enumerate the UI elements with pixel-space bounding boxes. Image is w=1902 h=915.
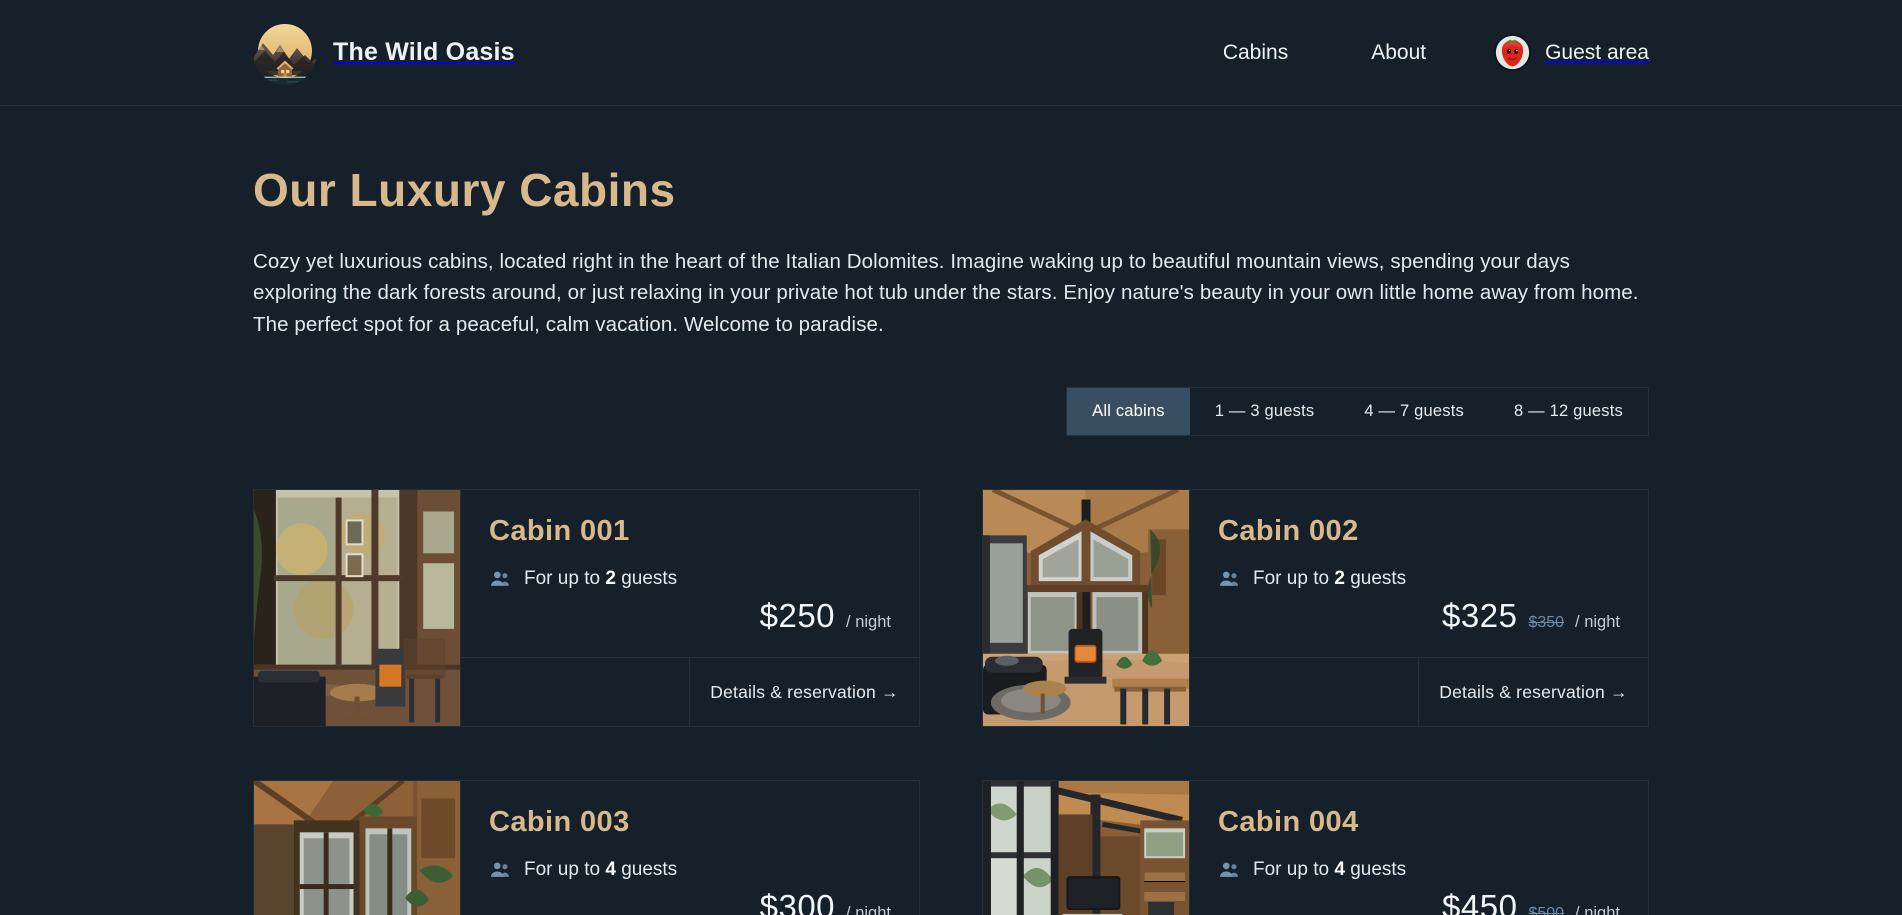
nav-link-cabins[interactable]: Cabins — [1223, 35, 1288, 71]
intro-paragraph: Cozy yet luxurious cabins, located right… — [253, 250, 1639, 336]
cabin-name: Cabin 003 — [489, 806, 630, 839]
cabin-body: Cabin 002 For up to 2 guests $325 $350 /… — [1190, 490, 1648, 727]
cabin-body: Cabin 003 For up to 4 guests $300 / nigh… — [461, 781, 919, 915]
cabin-capacity: For up to 4 guests — [1218, 859, 1620, 881]
cabin-photo — [254, 781, 461, 915]
cabin-card: Cabin 004 For up to 4 guests $450 $500 /… — [982, 780, 1649, 915]
cabin-price: $300 / night — [489, 888, 891, 915]
page-title: Our Luxury Cabins — [253, 164, 676, 216]
nav-link-guest-area[interactable]: Guest area — [1494, 34, 1649, 71]
site-header: The Wild Oasis Cabins About Guest area — [0, 0, 1902, 106]
cabin-price-unit: / night — [1575, 613, 1620, 632]
cabin-footer: Details & reservation → — [1190, 657, 1648, 727]
cabin-capacity-text: For up to 4 guests — [524, 858, 678, 880]
cabin-name: Cabin 004 — [1218, 806, 1359, 839]
details-reservation-link[interactable]: Details & reservation → — [690, 658, 919, 726]
filter-button-1-3-guests[interactable]: 1 — 3 guests — [1190, 388, 1340, 435]
page-root: The Wild Oasis Cabins About Guest area O… — [0, 0, 1902, 915]
cabin-price: $250 / night — [489, 597, 891, 657]
cabin-price-current: $300 — [759, 888, 836, 915]
guest-area-label: Guest area — [1545, 40, 1649, 64]
cabin-photo — [983, 490, 1190, 727]
cabin-card: Cabin 001 For up to 2 guests $250 / nigh… — [253, 489, 920, 728]
cabin-price: $325 $350 / night — [1218, 597, 1620, 657]
logo-home-link[interactable]: The Wild Oasis — [253, 20, 515, 85]
footer-spacer — [461, 658, 690, 727]
cabin-price-unit: / night — [846, 613, 891, 632]
cabin-info: Cabin 004 For up to 4 guests $450 $500 /… — [1190, 781, 1648, 915]
guest-capacity-filter-group: All cabins 1 — 3 guests 4 — 7 guests 8 —… — [1066, 387, 1649, 437]
primary-nav: Cabins About Guest area — [1223, 34, 1649, 71]
cabin-card: Cabin 003 For up to 4 guests $300 / nigh… — [253, 780, 920, 915]
cabin-price-current: $250 — [759, 597, 836, 635]
cabin-price: $450 $500 / night — [1218, 888, 1620, 915]
cabin-capacity: For up to 2 guests — [489, 568, 891, 590]
cabin-capacity-text: For up to 2 guests — [1253, 567, 1407, 589]
guests-icon — [489, 859, 511, 881]
cabin-capacity-text: For up to 4 guests — [1253, 858, 1407, 880]
cabin-price-original: $350 — [1528, 614, 1565, 632]
cabin-info: Cabin 002 For up to 2 guests $325 $350 /… — [1190, 490, 1648, 657]
cabin-footer: Details & reservation → — [461, 657, 919, 727]
cabin-capacity-text: For up to 2 guests — [524, 567, 678, 589]
filter-button-4-7-guests[interactable]: 4 — 7 guests — [1339, 388, 1489, 435]
guests-icon — [1218, 859, 1240, 881]
cabin-price-unit: / night — [1575, 904, 1620, 915]
cabin-capacity: For up to 2 guests — [1218, 568, 1620, 590]
cabin-body: Cabin 004 For up to 4 guests $450 $500 /… — [1190, 781, 1648, 915]
guests-icon — [489, 568, 511, 590]
nav-link-about[interactable]: About — [1371, 35, 1426, 71]
cabin-body: Cabin 001 For up to 2 guests $250 / nigh… — [461, 490, 919, 727]
user-avatar-icon — [1494, 34, 1532, 71]
cabin-price-current: $325 — [1442, 597, 1518, 635]
cabin-name: Cabin 001 — [489, 515, 630, 548]
filter-button-all-cabins[interactable]: All cabins — [1067, 388, 1190, 436]
cabin-card: Cabin 002 For up to 2 guests $325 $350 /… — [982, 489, 1649, 728]
cabin-price-current: $450 — [1442, 888, 1518, 915]
brand-name: The Wild Oasis — [333, 38, 515, 66]
guests-icon — [1218, 568, 1240, 590]
details-reservation-link[interactable]: Details & reservation → — [1419, 658, 1648, 726]
cabin-info: Cabin 001 For up to 2 guests $250 / nigh… — [461, 490, 919, 657]
filter-row: All cabins 1 — 3 guests 4 — 7 guests 8 —… — [253, 387, 1649, 437]
cabin-capacity: For up to 4 guests — [489, 859, 891, 881]
cabin-price-unit: / night — [846, 904, 891, 915]
filter-button-8-12-guests[interactable]: 8 — 12 guests — [1489, 388, 1648, 435]
cabin-photo — [254, 490, 461, 727]
mountain-cabin-logo-icon — [253, 20, 317, 85]
main-content: Our Luxury Cabins Cozy yet luxurious cab… — [0, 163, 1902, 915]
cabin-price-original: $500 — [1528, 905, 1565, 915]
footer-spacer — [1190, 658, 1419, 727]
cabin-grid: Cabin 001 For up to 2 guests $250 / nigh… — [253, 489, 1649, 915]
cabin-info: Cabin 003 For up to 4 guests $300 / nigh… — [461, 781, 919, 915]
cabin-name: Cabin 002 — [1218, 515, 1359, 548]
cabin-photo — [983, 781, 1190, 915]
